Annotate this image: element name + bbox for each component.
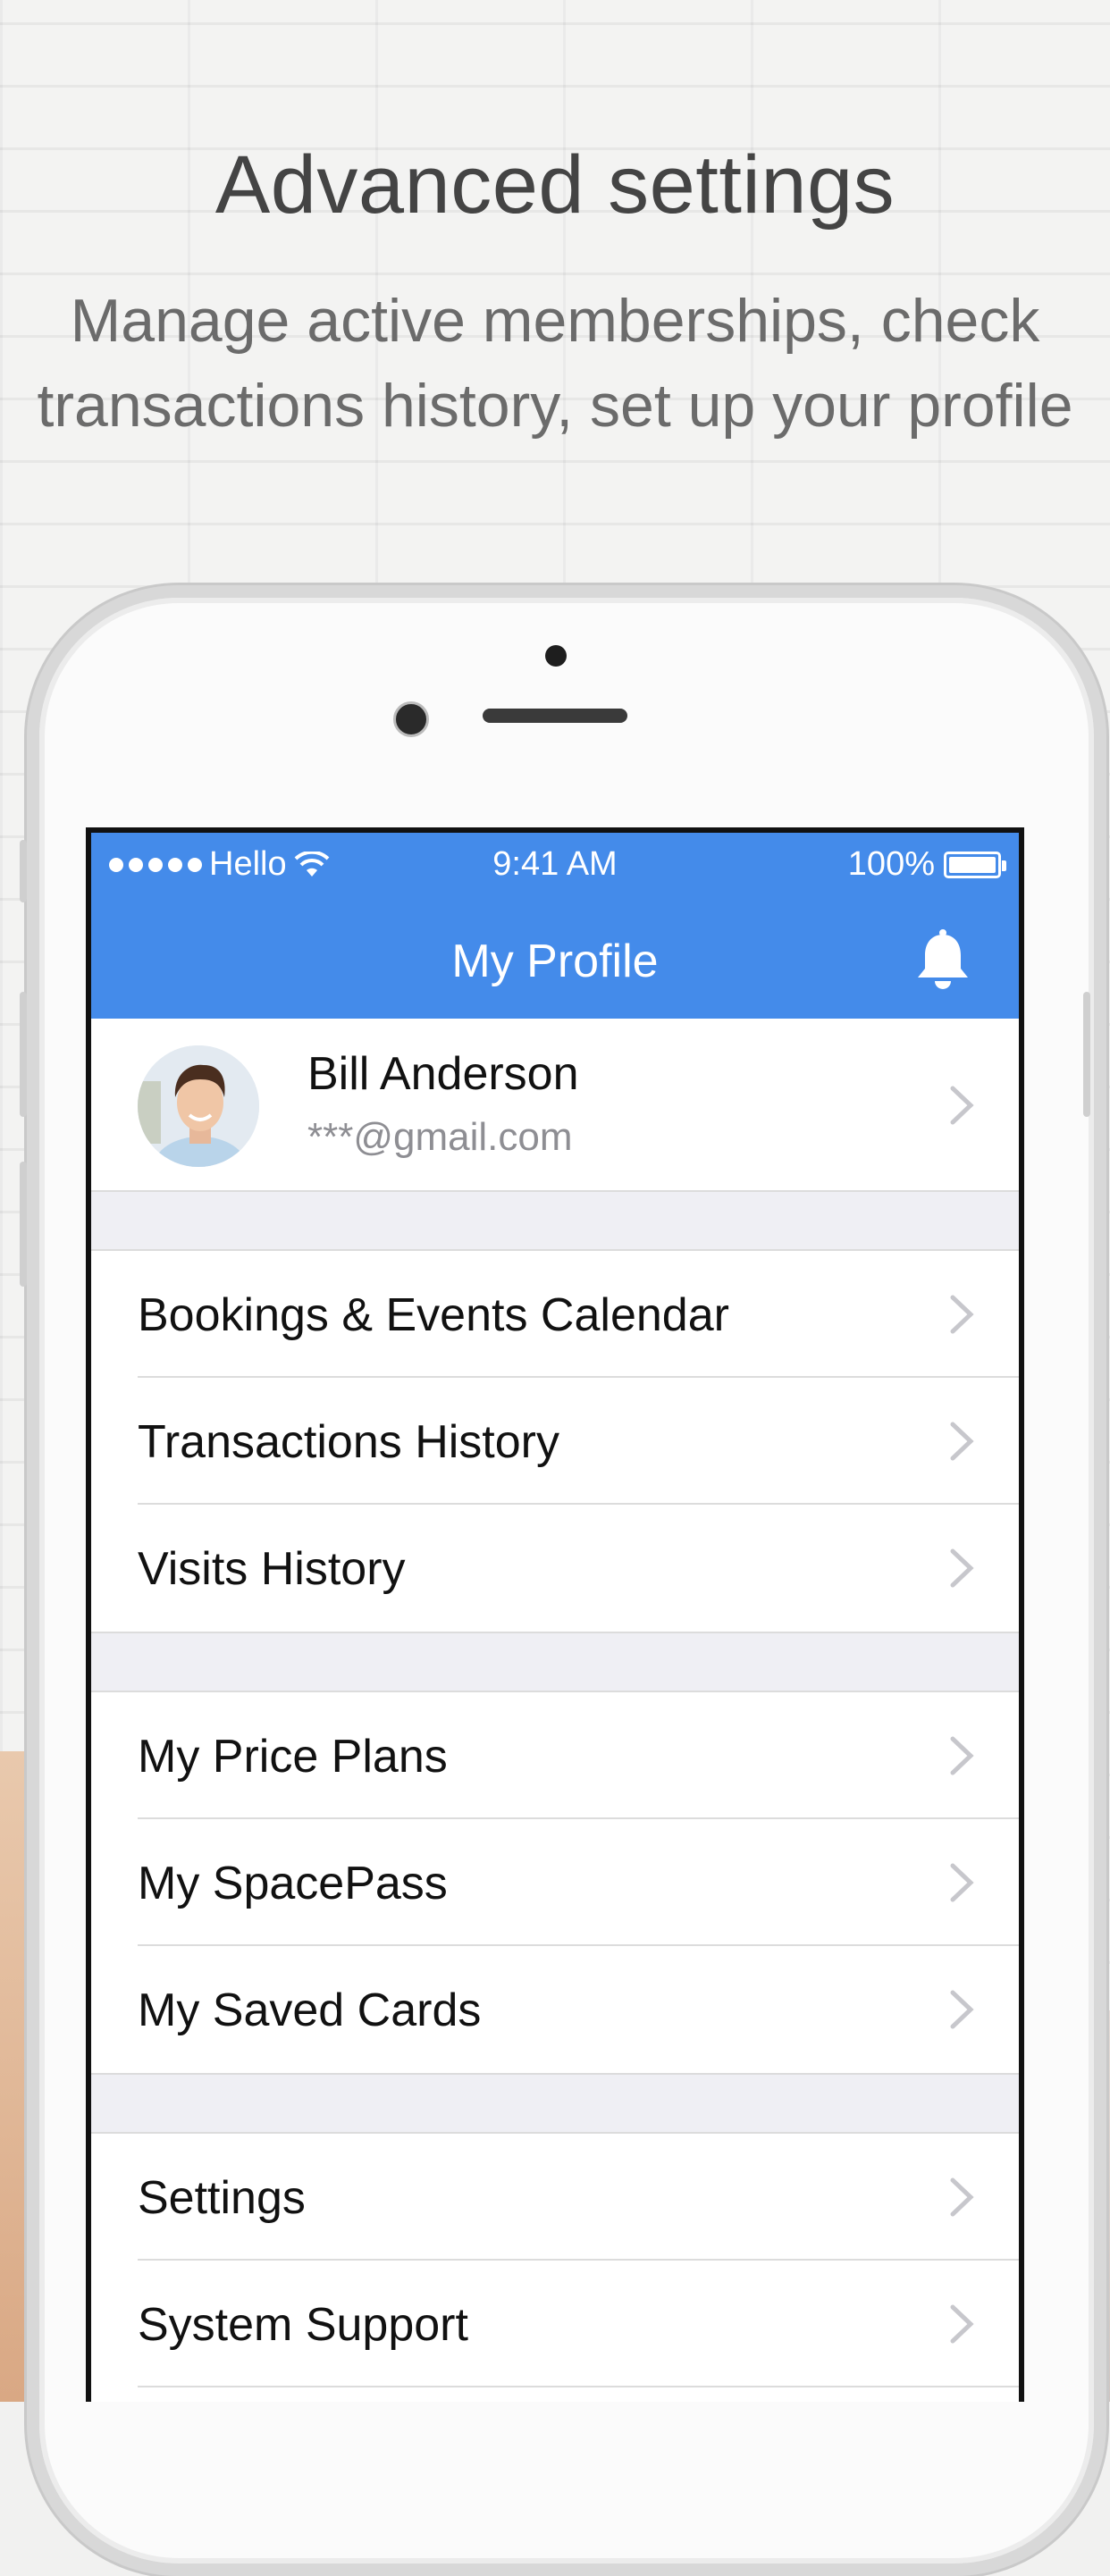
chevron-right-icon [950, 1548, 974, 1588]
chevron-right-icon [950, 1736, 974, 1775]
menu-item-bookings-events-calendar[interactable]: Bookings & Events Calendar [91, 1251, 1019, 1378]
phone-camera [393, 701, 429, 737]
hero-title: Advanced settings [214, 139, 896, 231]
menu-item-my-saved-cards[interactable]: My Saved Cards [91, 1946, 1019, 2073]
avatar [138, 1045, 259, 1167]
chevron-right-icon [950, 1863, 974, 1902]
phone-earpiece [483, 709, 627, 723]
phone-sensor [545, 645, 567, 667]
menu-item-label: My Saved Cards [138, 1984, 482, 2036]
avatar-image [138, 1045, 259, 1167]
menu-item-transactions-history[interactable]: Transactions History [91, 1378, 1019, 1505]
bell-icon[interactable] [913, 929, 972, 994]
menu-item-label: Bookings & Events Calendar [138, 1289, 729, 1341]
app-screen: Hello 9:41 AM 100% My Profile Bill Ander… [86, 827, 1024, 2402]
phone-side-button [20, 840, 27, 902]
hero-subtitle: Manage active memberships, check transac… [37, 287, 1073, 440]
menu-item-my-price-plans[interactable]: My Price Plans [91, 1692, 1019, 1819]
battery-percent: 100% [847, 845, 935, 883]
chevron-right-icon [950, 1086, 974, 1125]
status-bar-right: 100% [847, 845, 1006, 884]
phone-volume-up [20, 992, 27, 1117]
profile-email: ***@gmail.com [307, 1115, 573, 1159]
phone-volume-down [20, 1162, 27, 1287]
menu-item-my-spacepass[interactable]: My SpacePass [91, 1819, 1019, 1946]
profile-row[interactable]: Bill Anderson ***@gmail.com [91, 1019, 1019, 1192]
menu-item-system-support[interactable]: System Support [91, 2261, 1019, 2387]
menu-item-label: Visits History [138, 1543, 406, 1595]
group-separator [91, 1632, 1019, 1692]
chevron-right-icon [950, 2177, 974, 2217]
menu-item-label: System Support [138, 2299, 468, 2351]
chevron-right-icon [950, 1422, 974, 1461]
nav-bar: My Profile [91, 899, 1019, 1019]
menu-item-label: My SpacePass [138, 1858, 448, 1909]
menu-item-label: My Price Plans [138, 1731, 448, 1783]
phone-power-button [1083, 992, 1090, 1117]
menu-item-label: Transactions History [138, 1416, 559, 1468]
chevron-right-icon [950, 2304, 974, 2344]
row-divider [138, 2386, 1019, 2387]
page-title: My Profile [451, 936, 659, 987]
chevron-right-icon [950, 1295, 974, 1334]
chevron-right-icon [950, 1990, 974, 2029]
menu-item-label: Settings [138, 2172, 306, 2224]
status-bar: Hello 9:41 AM 100% [91, 833, 1019, 899]
group-separator [91, 2073, 1019, 2134]
battery-icon [944, 851, 1006, 878]
menu-item-settings[interactable]: Settings [91, 2134, 1019, 2261]
group-separator [91, 1192, 1019, 1251]
menu-item-visits-history[interactable]: Visits History [91, 1505, 1019, 1632]
profile-name: Bill Anderson [307, 1048, 579, 1100]
